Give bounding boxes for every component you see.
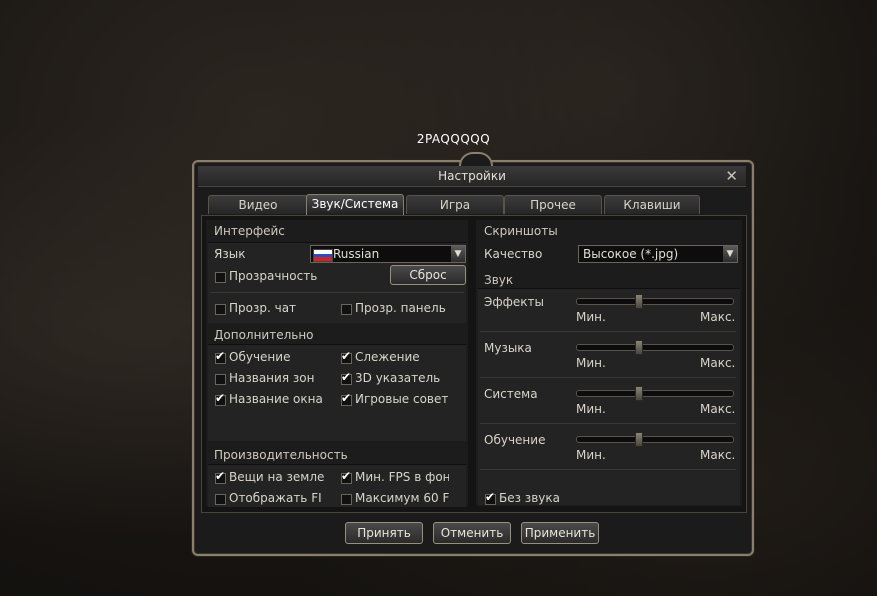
music-min-label: Мин. xyxy=(576,356,606,370)
tutorial-sound-slider-thumb[interactable] xyxy=(635,432,643,447)
russia-flag-icon xyxy=(313,249,333,262)
divider xyxy=(480,377,736,378)
additional-header: Дополнительно xyxy=(214,328,314,342)
language-label: Язык xyxy=(214,247,246,261)
checkmark-icon: ✔ xyxy=(215,391,226,405)
effects-min-label: Мин. xyxy=(576,310,606,324)
tab-other[interactable]: Прочее xyxy=(504,195,602,214)
mute-label: Без звука xyxy=(499,491,560,505)
checkmark-icon: ✔ xyxy=(341,469,352,483)
player-name: 2PAQQQQQ xyxy=(416,132,491,146)
effects-label: Эффекты xyxy=(484,295,544,309)
tutorial-label: Обучение xyxy=(229,350,291,364)
tab-video[interactable]: Видео xyxy=(208,195,308,214)
game-tips-label: Игровые совет xyxy=(355,392,449,406)
system-sound-label: Система xyxy=(484,387,538,401)
transparent-chat-checkbox[interactable] xyxy=(215,304,226,315)
tab-sound-system[interactable]: Звук/Система xyxy=(306,194,404,215)
mute-checkbox[interactable]: ✔ xyxy=(485,490,496,505)
effects-slider[interactable] xyxy=(576,294,734,309)
checkmark-icon: ✔ xyxy=(485,490,496,504)
show-fps-checkbox[interactable] xyxy=(215,494,226,505)
transparency-checkbox[interactable] xyxy=(215,272,226,283)
system-sound-slider[interactable] xyxy=(576,386,734,401)
performance-header: Производительность xyxy=(214,448,348,462)
left-column: Интерфейс Язык Russian ▼ Прозрачность Сб… xyxy=(206,220,468,507)
max-60fps-label: Максимум 60 FI xyxy=(355,491,449,505)
tracking-label: Слежение xyxy=(355,350,420,364)
tab-game[interactable]: Игра xyxy=(406,195,504,214)
tutorial-sound-slider[interactable] xyxy=(576,432,734,447)
transparency-label: Прозрачность xyxy=(229,269,318,283)
tab-keys[interactable]: Клавиши xyxy=(604,195,700,214)
window-name-label: Название окна xyxy=(229,392,323,406)
game-tips-checkbox[interactable]: ✔ xyxy=(341,391,352,406)
checkmark-icon: ✔ xyxy=(341,391,352,405)
divider xyxy=(480,331,736,332)
divider xyxy=(480,423,736,424)
chevron-down-icon[interactable]: ▼ xyxy=(723,246,737,262)
divider xyxy=(480,469,736,470)
settings-window: Настройки ✕ Видео Звук/Система Игра Проч… xyxy=(192,152,754,556)
transparent-panel-label: Прозр. панель xyxy=(355,301,446,315)
system-sound-max-label: Макс. xyxy=(700,402,736,416)
chevron-down-icon[interactable]: ▼ xyxy=(451,246,465,262)
tracking-checkbox[interactable]: ✔ xyxy=(341,349,352,364)
effects-max-label: Макс. xyxy=(700,310,736,324)
tutorial-checkbox[interactable]: ✔ xyxy=(215,349,226,364)
zone-names-checkbox[interactable] xyxy=(215,374,226,385)
transparent-chat-label: Прозр. чат xyxy=(229,301,297,315)
window-title: Настройки xyxy=(438,169,506,183)
music-slider[interactable] xyxy=(576,340,734,355)
language-dropdown[interactable]: Russian ▼ xyxy=(310,245,466,263)
effects-slider-thumb[interactable] xyxy=(635,294,643,309)
zone-names-label: Названия зон xyxy=(229,371,315,385)
ground-items-label: Вещи на земле xyxy=(229,470,325,484)
settings-panel: Интерфейс Язык Russian ▼ Прозрачность Сб… xyxy=(201,215,747,513)
3d-pointer-label: 3D указатель xyxy=(355,371,441,385)
music-max-label: Макс. xyxy=(700,356,736,370)
checkmark-icon: ✔ xyxy=(215,469,226,483)
min-fps-checkbox[interactable]: ✔ xyxy=(341,469,352,484)
reset-button[interactable]: Сброс xyxy=(390,265,466,285)
music-label: Музыка xyxy=(484,341,532,355)
language-value: Russian xyxy=(333,247,380,261)
checkmark-icon: ✔ xyxy=(341,370,352,384)
checkmark-icon: ✔ xyxy=(215,349,226,363)
sound-header: Звук xyxy=(484,273,514,287)
window-name-checkbox[interactable]: ✔ xyxy=(215,391,226,406)
system-sound-min-label: Мин. xyxy=(576,402,606,416)
title-bar[interactable]: Настройки ✕ xyxy=(198,166,746,187)
quality-label: Качество xyxy=(484,247,543,261)
right-column: Скриншоты Качество Высокое (*.jpg) ▼ Зву… xyxy=(476,220,742,506)
close-icon[interactable]: ✕ xyxy=(725,167,738,185)
transparent-panel-checkbox[interactable] xyxy=(341,304,352,315)
music-slider-thumb[interactable] xyxy=(635,340,643,355)
accept-button[interactable]: Принять xyxy=(345,522,423,544)
min-fps-label: Мин. FPS в фон xyxy=(355,470,449,484)
interface-header: Интерфейс xyxy=(214,224,285,238)
screenshots-header: Скриншоты xyxy=(484,224,558,238)
3d-pointer-checkbox[interactable]: ✔ xyxy=(341,370,352,385)
system-sound-slider-thumb[interactable] xyxy=(635,386,643,401)
quality-value: Высокое (*.jpg) xyxy=(583,247,679,261)
ground-items-checkbox[interactable]: ✔ xyxy=(215,469,226,484)
tutorial-sound-label: Обучение xyxy=(484,433,546,447)
quality-dropdown[interactable]: Высокое (*.jpg) ▼ xyxy=(578,245,738,263)
checkmark-icon: ✔ xyxy=(341,349,352,363)
max-60fps-checkbox[interactable] xyxy=(341,494,352,505)
tutorial-sound-min-label: Мин. xyxy=(576,448,606,462)
show-fps-label: Отображать FI xyxy=(229,491,322,505)
tutorial-sound-max-label: Макс. xyxy=(700,448,736,462)
cancel-button[interactable]: Отменить xyxy=(433,522,511,544)
apply-button[interactable]: Применить xyxy=(521,522,599,544)
divider xyxy=(210,292,464,293)
